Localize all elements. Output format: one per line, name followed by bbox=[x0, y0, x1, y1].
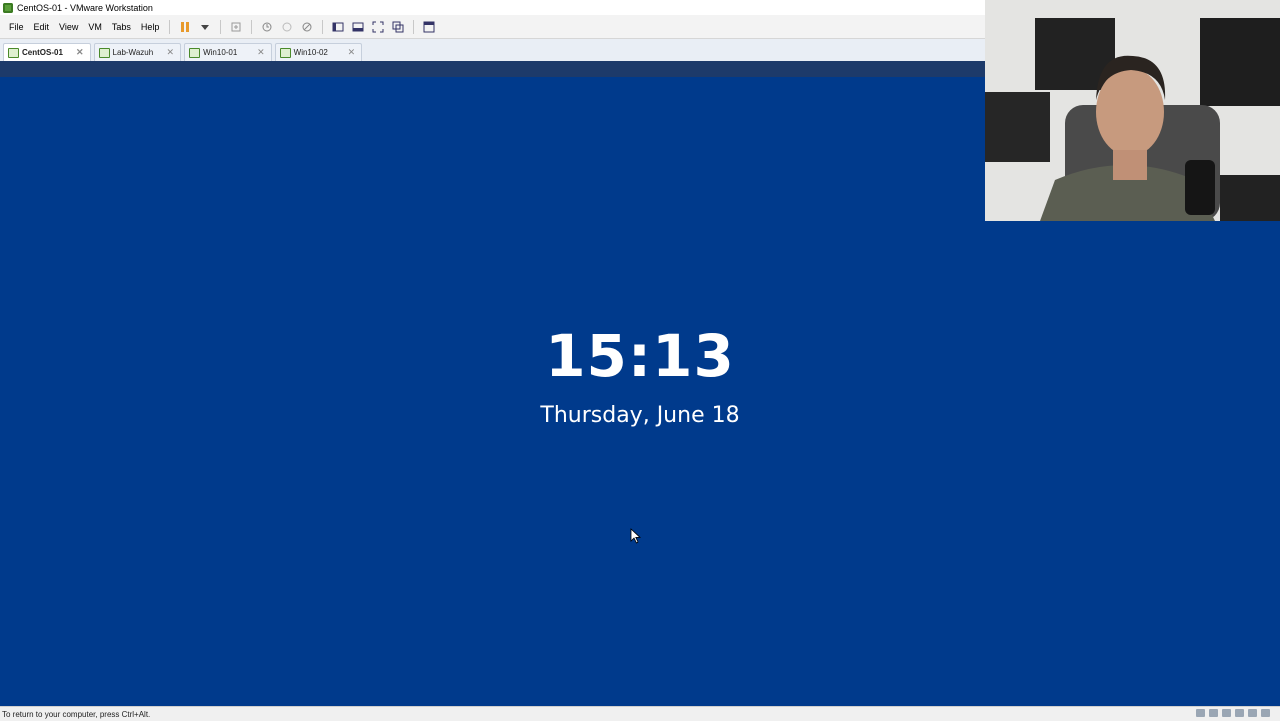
window-titlebar: CentOS-01 - VMware Workstation bbox=[0, 0, 985, 15]
tab-label: Win10-02 bbox=[293, 48, 328, 57]
sound-icon[interactable] bbox=[1248, 709, 1257, 717]
tab-label: Win10-01 bbox=[203, 48, 238, 57]
dropdown-arrow-icon[interactable] bbox=[198, 20, 212, 34]
toolbar-separator bbox=[251, 19, 253, 34]
usb-icon[interactable] bbox=[1235, 709, 1244, 717]
menubar: File Edit View VM Tabs Help bbox=[0, 15, 985, 39]
show-library-icon[interactable] bbox=[331, 20, 345, 34]
device-status-icons bbox=[1196, 709, 1270, 717]
window-title: CentOS-01 - VMware Workstation bbox=[17, 2, 153, 13]
pause-icon[interactable] bbox=[178, 20, 192, 34]
menu-file[interactable]: File bbox=[4, 22, 29, 32]
snapshot-icon[interactable] bbox=[260, 20, 274, 34]
close-icon[interactable]: ✕ bbox=[167, 47, 175, 58]
vm-icon bbox=[98, 47, 110, 58]
menu-edit[interactable]: Edit bbox=[29, 22, 55, 32]
hard-disk-icon[interactable] bbox=[1196, 709, 1205, 717]
close-icon[interactable]: ✕ bbox=[257, 47, 265, 58]
toolbar-separator bbox=[169, 19, 171, 34]
menu-tabs[interactable]: Tabs bbox=[107, 22, 136, 32]
send-ctrl-alt-del-icon[interactable] bbox=[229, 20, 243, 34]
menu-vm[interactable]: VM bbox=[83, 22, 107, 32]
vm-icon bbox=[8, 47, 19, 58]
console-view-icon[interactable] bbox=[422, 20, 436, 34]
mouse-pointer-icon bbox=[630, 528, 642, 544]
tab-lab-wazuh[interactable]: Lab-Wazuh ✕ bbox=[93, 43, 182, 61]
manage-snapshots-icon[interactable] bbox=[300, 20, 314, 34]
lockscreen-time: 15:13 bbox=[545, 322, 735, 390]
vm-tabs-bar: CentOS-01 ✕ Lab-Wazuh ✕ Win10-01 ✕ Win10… bbox=[0, 39, 985, 62]
thumbnail-bar-icon[interactable] bbox=[351, 20, 365, 34]
tab-win10-01[interactable]: Win10-01 ✕ bbox=[184, 43, 272, 61]
webcam-image bbox=[985, 0, 1280, 221]
cd-drive-icon[interactable] bbox=[1209, 709, 1218, 717]
unity-icon[interactable] bbox=[391, 20, 405, 34]
close-icon[interactable]: ✕ bbox=[76, 47, 84, 58]
close-icon[interactable]: ✕ bbox=[348, 47, 356, 58]
revert-snapshot-icon[interactable] bbox=[280, 20, 294, 34]
vm-top-strip bbox=[0, 61, 985, 77]
status-text: To return to your computer, press Ctrl+A… bbox=[2, 709, 151, 719]
toolbar-separator bbox=[322, 19, 324, 34]
webcam-overlay bbox=[985, 0, 1280, 221]
vm-icon bbox=[279, 47, 291, 58]
tab-label: Lab-Wazuh bbox=[112, 48, 154, 57]
vmware-app-icon bbox=[3, 2, 13, 13]
menu-view[interactable]: View bbox=[54, 22, 83, 32]
tab-label: CentOS-01 bbox=[22, 48, 63, 57]
lockscreen-date: Thursday, June 18 bbox=[540, 403, 740, 428]
status-bar: To return to your computer, press Ctrl+A… bbox=[0, 706, 1280, 721]
toolbar-separator bbox=[413, 19, 415, 34]
menu-help[interactable]: Help bbox=[136, 22, 165, 32]
message-log-icon[interactable] bbox=[1261, 709, 1270, 717]
full-screen-icon[interactable] bbox=[371, 20, 385, 34]
vm-icon bbox=[189, 47, 201, 58]
network-adapter-icon[interactable] bbox=[1222, 709, 1231, 717]
tab-win10-02[interactable]: Win10-02 ✕ bbox=[274, 43, 363, 61]
toolbar-separator bbox=[220, 19, 222, 34]
tab-centos-01[interactable]: CentOS-01 ✕ bbox=[3, 43, 91, 61]
